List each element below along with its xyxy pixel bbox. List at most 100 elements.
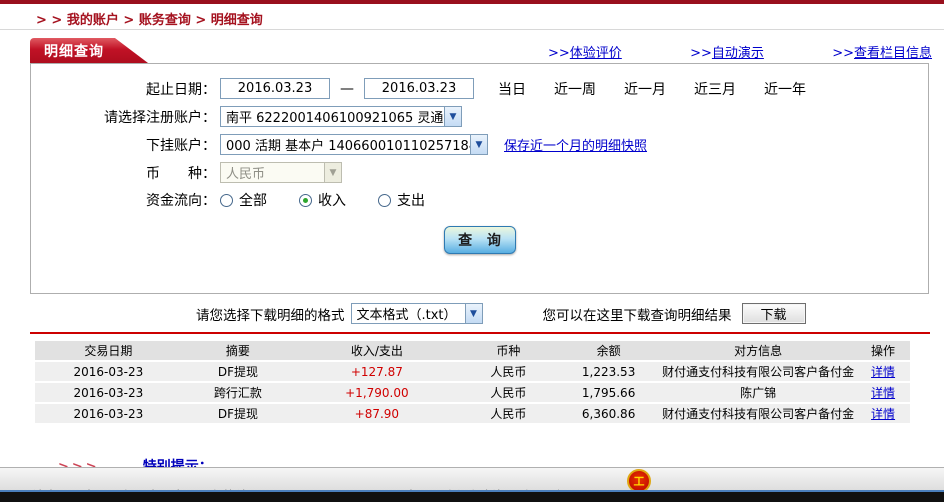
breadcrumb-item-my-account[interactable]: 我的账户 — [67, 13, 119, 28]
download-format-label: 请您选择下载明细的格式 — [196, 307, 345, 324]
table-row: 2016-03-23 跨行汇款 +1,790.00 人民币 1,795.66 陈… — [35, 383, 910, 402]
tab-detail-query[interactable]: 明细查询 — [30, 38, 148, 63]
download-format-value: 文本格式（.txt） — [356, 308, 457, 323]
breadcrumb-item-account-query[interactable]: 账务查询 — [139, 13, 191, 28]
query-button[interactable]: 查 询 — [443, 226, 516, 254]
flow-option-label: 收入 — [318, 193, 346, 209]
top-links: >>体验评价 >>自动演示 >>查看栏目信息 — [548, 42, 932, 61]
date-to-input[interactable] — [364, 78, 474, 99]
radio-checked-icon[interactable] — [299, 193, 312, 207]
sub-account-select[interactable]: 000 活期 基本户 1406600101102571848 ▼ — [220, 134, 488, 155]
cell-counterparty: 财付通支付科技有限公司客户备付金 — [660, 404, 857, 423]
table-header-row: 交易日期 摘要 收入/支出 币种 余额 对方信息 操作 — [35, 341, 910, 360]
cell-amount: +87.90 — [294, 404, 460, 423]
flow-direction-label: 资金流向： — [146, 193, 216, 209]
chevron-down-icon: ▼ — [324, 163, 341, 182]
col-header-counterparty: 对方信息 — [660, 341, 857, 360]
cell-balance: 1,223.53 — [557, 362, 661, 381]
breadcrumb: > > 我的账户 > 账务查询 > 明细查询 — [36, 9, 263, 28]
register-account-select[interactable]: 南平 6222001406100921065 灵通卡 ▼ — [220, 106, 462, 127]
flow-option-label: 全部 — [239, 193, 267, 209]
radio-unchecked-icon[interactable] — [378, 193, 391, 207]
col-header-balance: 余额 — [557, 341, 661, 360]
cell-counterparty: 陈广锦 — [660, 383, 857, 402]
date-range-row: 起止日期： — 当日 近一周 近一月 近三月 近一年 — [31, 78, 928, 99]
cell-amount: +1,790.00 — [294, 383, 460, 402]
currency-row: 币 种： 人民币 ▼ — [31, 162, 928, 183]
query-button-row: 查 询 — [31, 226, 928, 254]
col-header-date: 交易日期 — [35, 341, 182, 360]
link-prefix: >> — [690, 46, 712, 61]
cell-date: 2016-03-23 — [35, 404, 182, 423]
cell-currency: 人民币 — [459, 404, 558, 423]
cell-balance: 1,795.66 — [557, 383, 661, 402]
chevron-down-icon: ▼ — [464, 304, 482, 323]
quick-range-quarter[interactable]: 近三月 — [694, 79, 736, 99]
col-header-amount: 收入/支出 — [294, 341, 460, 360]
link-experience-review[interactable]: >>体验评价 — [548, 42, 622, 61]
cell-balance: 6,360.86 — [557, 404, 661, 423]
cell-date: 2016-03-23 — [35, 383, 182, 402]
download-row: 请您选择下载明细的格式 文本格式（.txt） ▼ 您可以在这里下载查询明细结果 … — [30, 302, 930, 325]
quick-range-week[interactable]: 近一周 — [554, 79, 596, 99]
download-button[interactable]: 下载 — [741, 303, 806, 324]
table-row: 2016-03-23 DF提现 +87.90 人民币 6,360.86 财付通支… — [35, 404, 910, 423]
bottom-dark-bar — [0, 490, 944, 502]
flow-direction-row: 资金流向： 全部 收入 支出 — [31, 190, 928, 210]
cell-currency: 人民币 — [459, 362, 558, 381]
transaction-table: 交易日期 摘要 收入/支出 币种 余额 对方信息 操作 2016-03-23 D… — [35, 339, 910, 425]
detail-link[interactable]: 详情 — [871, 365, 895, 379]
flow-option-income[interactable]: 收入 — [299, 190, 346, 210]
cell-date: 2016-03-23 — [35, 362, 182, 381]
currency-select-disabled: 人民币 ▼ — [220, 162, 342, 183]
table-row: 2016-03-23 DF提现 +127.87 人民币 1,223.53 财付通… — [35, 362, 910, 381]
link-prefix: >> — [832, 46, 854, 61]
top-red-bar — [0, 0, 944, 4]
sub-account-label: 下挂账户： — [146, 137, 216, 154]
cell-summary: DF提现 — [181, 404, 295, 423]
breadcrumb-separator: > — [190, 13, 211, 28]
query-form-panel: 起止日期： — 当日 近一周 近一月 近三月 近一年 请选择注册账户： 南平 6… — [30, 63, 929, 294]
link-auto-demo[interactable]: >>自动演示 — [690, 42, 764, 61]
breadcrumb-separator: > — [118, 13, 139, 28]
breadcrumb-divider — [0, 29, 944, 30]
detail-link[interactable]: 详情 — [871, 386, 895, 400]
link-label: 体验评价 — [569, 46, 622, 61]
cell-summary: DF提现 — [181, 362, 295, 381]
link-label: 自动演示 — [711, 46, 764, 61]
flow-option-expense[interactable]: 支出 — [378, 190, 425, 210]
quick-range-month[interactable]: 近一月 — [624, 79, 666, 99]
link-label: 查看栏目信息 — [853, 46, 932, 61]
sub-account-value: 000 活期 基本户 1406600101102571848 — [226, 139, 470, 154]
quick-date-ranges: 当日 近一周 近一月 近三月 近一年 — [498, 79, 834, 99]
download-format-select[interactable]: 文本格式（.txt） ▼ — [350, 303, 483, 324]
register-account-label: 请选择注册账户： — [104, 109, 216, 126]
breadcrumb-prefix: > > — [36, 13, 67, 28]
date-from-input[interactable] — [220, 78, 330, 99]
tab-title: 明细查询 — [44, 43, 104, 60]
table-top-red-line — [30, 332, 930, 334]
save-snapshot-link[interactable]: 保存近一个月的明细快照 — [504, 135, 647, 154]
detail-link[interactable]: 详情 — [871, 407, 895, 421]
quick-range-today[interactable]: 当日 — [498, 79, 526, 99]
register-account-row: 请选择注册账户： 南平 6222001406100921065 灵通卡 ▼ — [31, 106, 928, 127]
cell-counterparty: 财付通支付科技有限公司客户备付金 — [660, 362, 857, 381]
quick-range-year[interactable]: 近一年 — [764, 79, 806, 99]
flow-option-all[interactable]: 全部 — [220, 190, 267, 210]
footer-bar: 网站声明｜服务网点｜服务热线95588 中国工商银行版权所有京ICP证 0302… — [0, 467, 944, 502]
currency-label: 币 种： — [146, 165, 216, 182]
flow-radio-group: 全部 收入 支出 — [220, 190, 457, 210]
flow-option-label: 支出 — [397, 193, 425, 209]
download-hint: 您可以在这里下载查询明细结果 — [542, 307, 732, 324]
radio-unchecked-icon[interactable] — [220, 193, 233, 207]
sub-account-row: 下挂账户： 000 活期 基本户 1406600101102571848 ▼ 保… — [31, 134, 928, 155]
currency-value: 人民币 — [226, 167, 266, 182]
col-header-action: 操作 — [856, 341, 910, 360]
cell-amount: +127.87 — [294, 362, 460, 381]
register-account-value: 南平 6222001406100921065 灵通卡 — [226, 111, 444, 126]
date-range-dash: — — [340, 80, 354, 97]
chevron-down-icon: ▼ — [444, 107, 461, 126]
link-view-column-info[interactable]: >>查看栏目信息 — [832, 42, 932, 61]
breadcrumb-item-detail-query: 明细查询 — [210, 13, 263, 28]
chevron-down-icon: ▼ — [470, 135, 487, 154]
